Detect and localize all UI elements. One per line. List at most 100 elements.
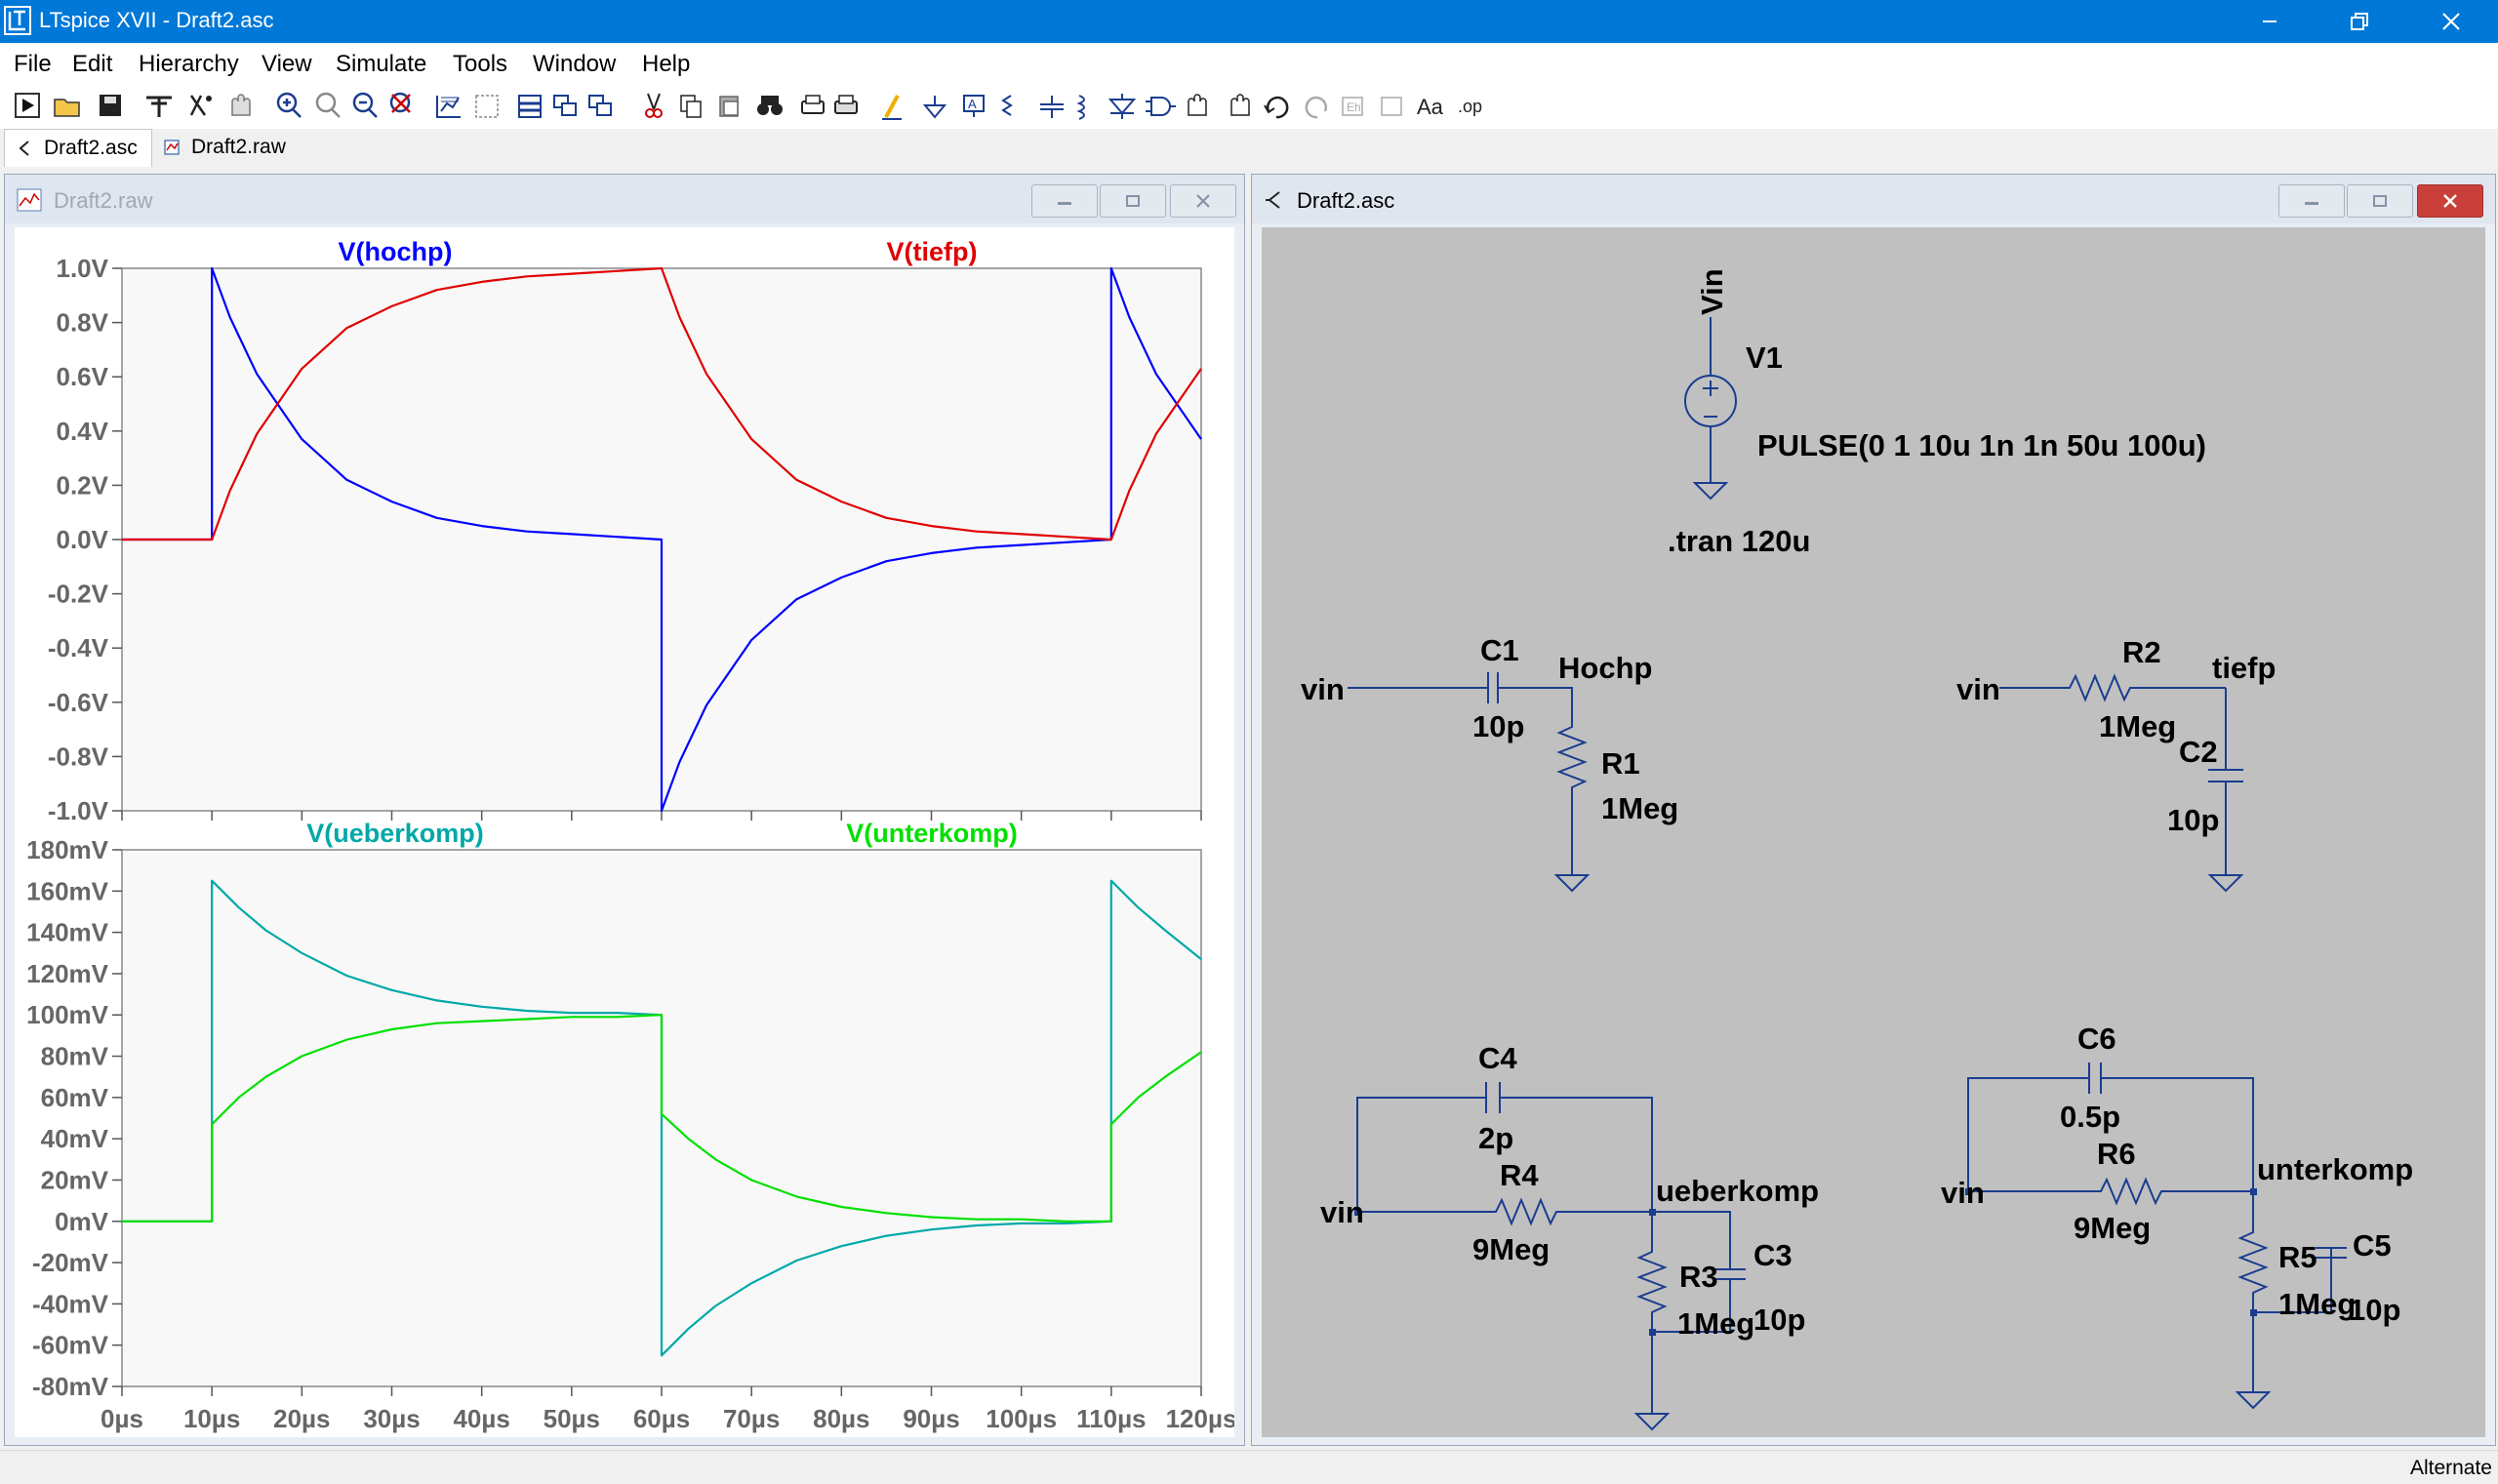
zoom-out-icon[interactable] [352,92,378,118]
highpass-circuit[interactable] [1348,672,1591,893]
component-value: 1Meg [1601,791,1678,825]
menu-file[interactable]: File [14,51,52,78]
net-label: tiefp [2212,651,2276,685]
close-button[interactable] [1170,184,1236,218]
menu-tools[interactable]: Tools [453,51,507,78]
diode-icon[interactable] [1108,94,1137,119]
autorange-icon[interactable] [436,96,461,118]
open-icon[interactable] [54,99,80,117]
component-value: 10p [1472,709,1524,743]
zoom-cancel-icon[interactable] [389,92,411,113]
waveform-marker-icon[interactable] [475,95,499,118]
waveform-window: Draft2.raw 1.0V 0.8V 0.6V 0.4V 0.2V 0.0V -0.2V… [4,174,1245,1446]
y-tick-label: -1.0V [48,796,109,825]
spice-directive-icon[interactable]: .op [1458,97,1482,116]
net-label-vin: Vin [1695,268,1729,315]
component-value: 1Meg [2099,709,2176,743]
y-tick-label: 140mV [26,918,108,947]
component-name: R6 [2097,1137,2136,1171]
close-button[interactable] [2417,184,2483,218]
undercompensated-divider[interactable] [1967,1063,2347,1410]
capacitor-c2[interactable] [2208,769,2243,782]
maximize-icon [2373,195,2387,207]
tile-vertical-icon[interactable] [553,95,577,116]
cut-icon[interactable] [645,93,663,118]
menu-hierarchy[interactable]: Hierarchy [139,51,239,78]
legend-trace-name: V(tiefp) [887,237,978,266]
text-icon[interactable]: Aa [1417,95,1444,119]
waveform-plot-area[interactable]: 1.0V 0.8V 0.6V 0.4V 0.2V 0.0V -0.2V -0.4V -0.6V -… [15,227,1236,1437]
pan-icon[interactable] [231,94,251,116]
schematic-canvas[interactable]: Vin V1 PULSE(0 1 10u 1n 1n 50u 100u) .tr… [1262,227,2485,1437]
tab-draft2-asc[interactable]: Draft2.asc [4,129,152,167]
legend-trace-name: V(ueberkomp) [306,819,484,848]
rotate-icon[interactable]: Eh [1342,97,1363,116]
close-icon [2443,194,2457,208]
capacitor-c6[interactable] [2088,1063,2102,1094]
maximize-button[interactable] [2347,184,2413,218]
menu-edit[interactable]: Edit [72,51,112,78]
print-icon[interactable] [834,95,858,114]
component-value: 0.5p [2060,1100,2120,1134]
drag-icon[interactable] [1230,94,1250,116]
component-icon[interactable] [1146,97,1176,116]
zoom-in-icon[interactable] [276,92,302,118]
draw-wire-icon[interactable] [882,95,902,120]
mirror-icon[interactable] [1381,97,1402,116]
y-tick-label: 60mV [41,1083,109,1112]
overcompensated-divider[interactable] [1356,1082,1746,1431]
status-bar: Alternate [0,1450,2498,1484]
tab-label: Draft2.asc [44,137,138,159]
restore-button[interactable] [2315,0,2404,43]
menu-view[interactable]: View [262,51,312,78]
component-name: R3 [1679,1260,1718,1294]
save-icon[interactable] [100,95,121,116]
ground-icon[interactable] [922,96,947,119]
voltage-source-v1[interactable] [1684,317,1737,501]
minimize-button[interactable] [2278,184,2345,218]
capacitor-c4[interactable] [1485,1082,1501,1113]
minimize-button[interactable] [2225,0,2315,43]
run-icon[interactable] [15,93,40,118]
resistor-r2[interactable] [1999,673,2226,702]
minimize-button[interactable] [1031,184,1098,218]
find-icon[interactable] [757,96,783,115]
capacitor-c1[interactable] [1487,672,1499,703]
label-net-icon[interactable]: A [963,95,985,117]
halt-icon[interactable] [189,95,212,116]
maximize-button[interactable] [1100,184,1166,218]
ground-icon [1633,1413,1671,1431]
y-tick-label: 0.4V [57,417,109,446]
lowpass-circuit[interactable] [1999,673,2244,893]
move-icon[interactable] [1188,94,1207,116]
menu-help[interactable]: Help [642,51,690,78]
resistor-icon[interactable] [1001,95,1013,116]
print-setup-icon[interactable] [801,95,825,114]
component-value: 1Meg [2278,1287,2356,1321]
tab-draft2-raw[interactable]: Draft2.raw [156,129,302,166]
waveform-icon [17,188,42,212]
x-tick-label: 40µs [453,1404,509,1433]
redo-icon[interactable] [1305,96,1327,119]
tile-horizontal-icon[interactable] [518,95,542,118]
resistor-r3[interactable] [1636,1212,1668,1414]
capacitor-icon[interactable] [1040,96,1064,118]
copy-icon[interactable] [680,95,702,118]
menu-simulate[interactable]: Simulate [336,51,426,78]
inductor-icon[interactable] [1076,95,1085,120]
y-tick-label: 120mV [26,959,108,988]
legend-trace-name: V(hochp) [339,237,453,266]
control-panel-icon[interactable] [146,96,172,117]
menu-window[interactable]: Window [533,51,616,78]
zoom-fit-icon[interactable] [315,92,341,118]
component-value: 10p [2349,1293,2400,1327]
cascade-icon[interactable] [588,95,612,116]
toolbar-icons: A Eh Aa .op [15,92,1482,120]
undo-icon[interactable] [1264,96,1289,119]
paste-icon[interactable] [719,96,739,117]
net-label: vin [1301,672,1345,706]
net-label: vin [1320,1195,1364,1229]
net-label: ueberkomp [1656,1174,1819,1208]
resistor-r5[interactable] [2237,1191,2269,1392]
close-button[interactable] [2406,0,2496,43]
